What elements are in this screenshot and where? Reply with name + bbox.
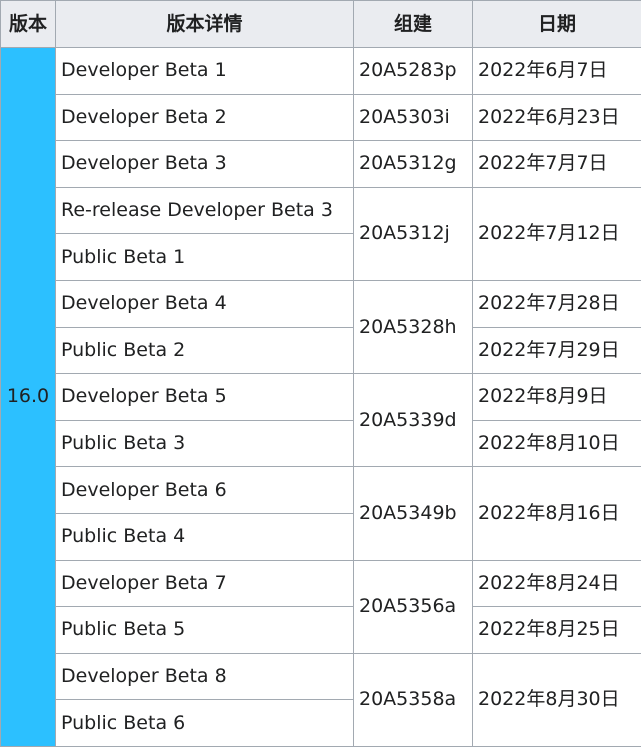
date-cell: 2022年8月24日 [472,559,641,608]
details-cell: Public Beta 2 [55,326,354,375]
table-row: Developer Beta 4 20A5328h 2022年7月28日 [1,279,641,375]
table-row: Developer Beta 7 20A5356a 2022年8月24日 [1,559,641,654]
details-cell: Re-release Developer Beta 3 [55,186,354,235]
header-version: 版本 [0,0,56,48]
table-row: Re-release Developer Beta 3 20A5312j 202… [1,186,641,281]
release-table: 版本 版本详情 组建 日期 16.0 Developer Beta 1 20A5… [0,0,641,747]
header-details: 版本详情 [55,0,354,48]
header-build: 组建 [353,0,473,48]
table-row: Developer Beta 8 20A5358a 2022年8月30日 [1,652,641,747]
details-cell: Developer Beta 1 [55,47,354,95]
table-row: Developer Beta 2 20A5303i 2022年6月23日 [1,93,641,142]
date-cell: 2022年6月23日 [472,93,641,142]
details-cell: Public Beta 1 [55,233,354,281]
table-row: Developer Beta 5 20A5339d 2022年8月9日 [1,373,641,468]
date-cell: 2022年8月30日 [472,652,641,747]
date-cell: 2022年8月10日 [472,419,641,468]
date-cell: 2022年7月7日 [472,140,641,188]
details-cell: Public Beta 4 [55,512,354,561]
details-cell: Public Beta 3 [55,419,354,468]
details-cell: Developer Beta 2 [55,93,354,142]
date-cell: 2022年6月7日 [472,47,641,95]
build-cell: 20A5339d [353,373,473,468]
build-cell: 20A5312j [353,186,473,281]
build-cell: 20A5358a [353,652,473,747]
date-cell: 2022年7月29日 [472,326,641,375]
build-cell: 20A5328h [353,279,473,375]
table-row: Public Beta 3 2022年8月10日 [1,419,641,468]
build-cell: 20A5356a [353,559,473,654]
header-date: 日期 [472,0,641,48]
details-cell: Developer Beta 7 [55,559,354,608]
table-row: Public Beta 2 2022年7月29日 [1,326,641,375]
build-cell: 20A5303i [353,93,473,142]
header-row: 版本 版本详情 组建 日期 [0,0,641,48]
details-cell: Developer Beta 5 [55,373,354,421]
date-cell: 2022年8月25日 [472,606,641,654]
table-row: Developer Beta 6 20A5349b 2022年8月16日 [1,466,641,561]
build-cell: 20A5312g [353,140,473,188]
date-cell: 2022年7月28日 [472,279,641,328]
date-cell: 2022年8月16日 [472,466,641,561]
details-cell: Developer Beta 3 [55,140,354,188]
build-cell: 20A5283p [353,47,473,95]
table-row: Public Beta 5 2022年8月25日 [1,606,641,654]
table-row: 16.0 Developer Beta 1 20A5283p 2022年6月7日 [0,47,641,747]
details-cell: Developer Beta 8 [55,652,354,701]
date-cell: 2022年7月12日 [472,186,641,281]
details-cell: Developer Beta 4 [55,279,354,328]
table-row: Developer Beta 3 20A5312g 2022年7月7日 [1,140,641,188]
details-cell: Public Beta 6 [55,699,354,747]
details-cell: Public Beta 5 [55,606,354,654]
details-cell: Developer Beta 6 [55,466,354,514]
build-cell: 20A5349b [353,466,473,561]
version-cell: 16.0 [0,47,56,747]
date-cell: 2022年8月9日 [472,373,641,421]
